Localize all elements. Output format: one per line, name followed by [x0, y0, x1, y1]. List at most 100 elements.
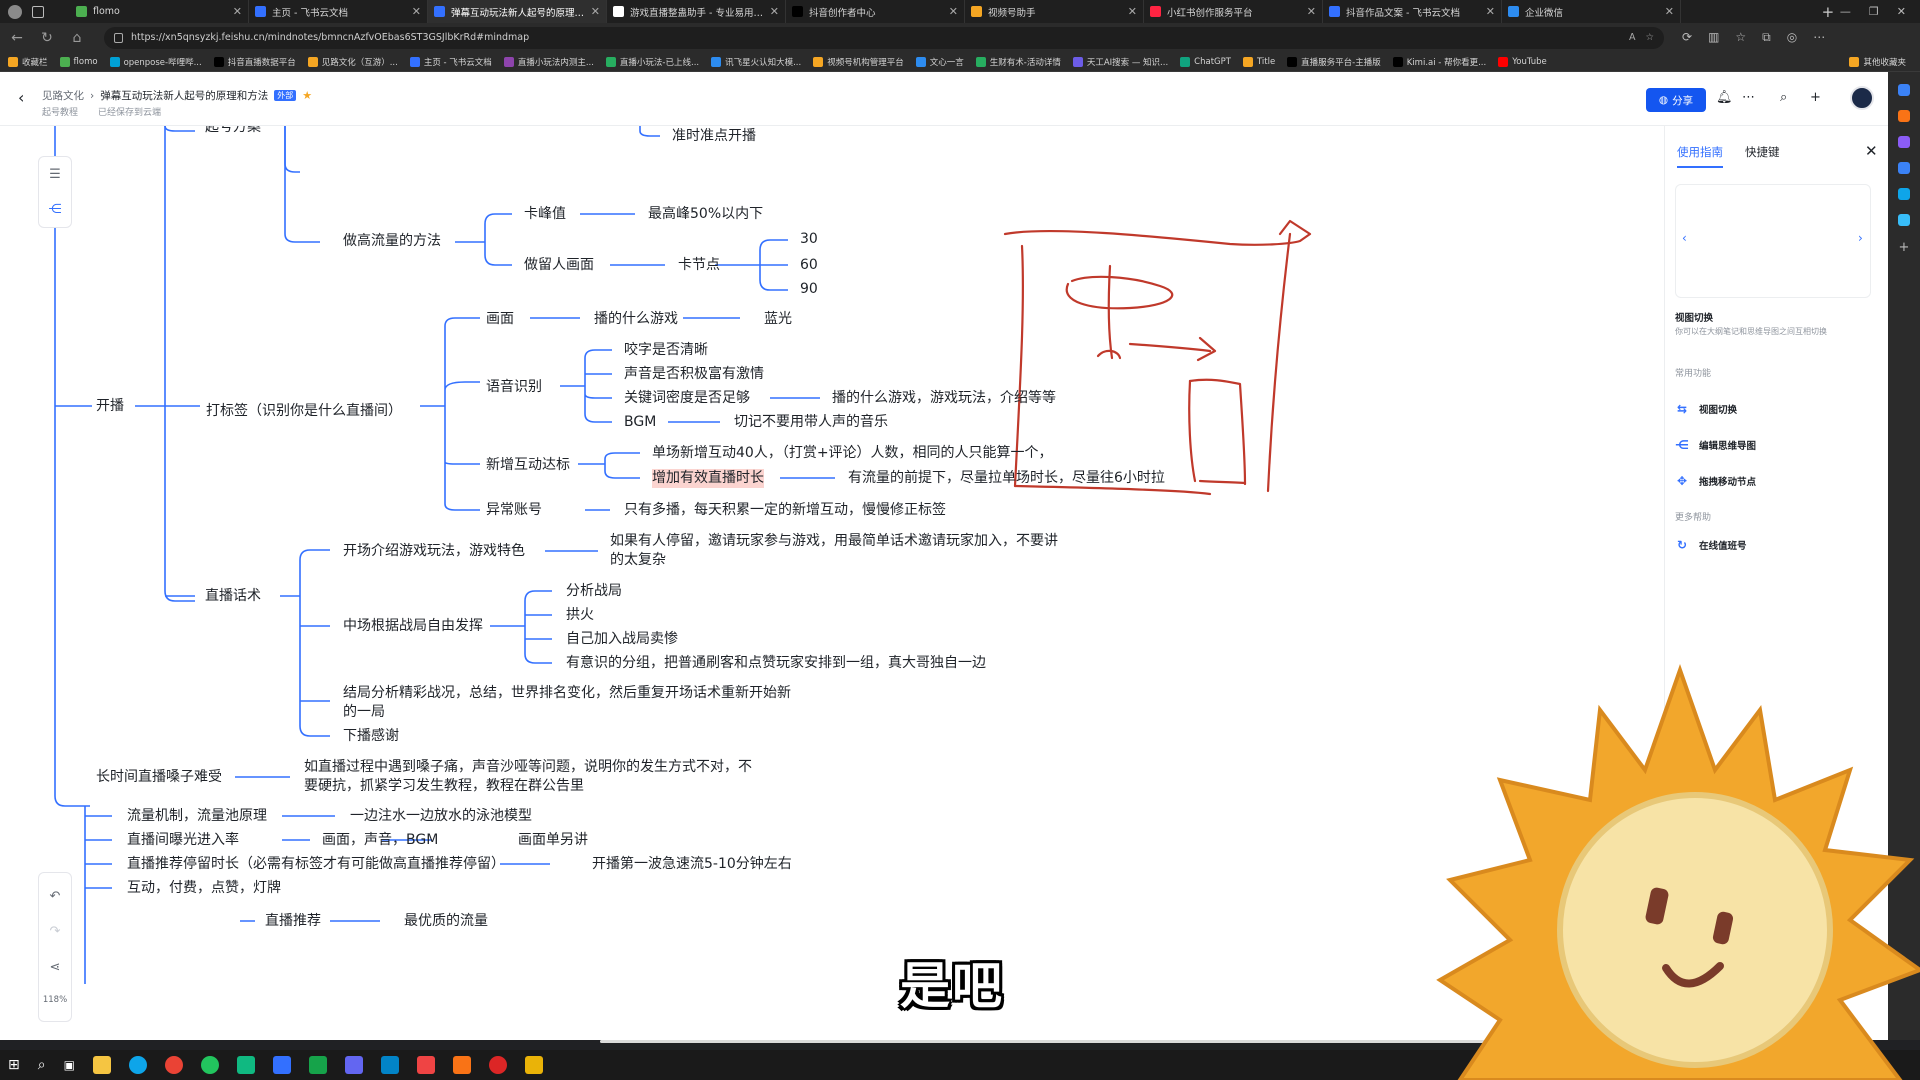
- node-zbtj-value[interactable]: 最优质的流量: [404, 912, 488, 931]
- node-zuogao[interactable]: 做高流量的方法: [343, 232, 441, 251]
- node-30[interactable]: 30: [800, 230, 818, 249]
- home-icon[interactable]: ⌂: [64, 25, 90, 51]
- chevron-right-icon[interactable]: ›: [1858, 231, 1863, 245]
- bookmark-item[interactable]: 生财有术-活动详情: [975, 56, 1061, 68]
- browser-tab[interactable]: 弹幕互动玩法新人起号的原理和... ✕: [428, 0, 607, 23]
- back-arrow-icon[interactable]: ‹: [18, 88, 24, 107]
- node-baoguang-value-2[interactable]: 画面单另讲: [518, 831, 588, 850]
- bookmark-item[interactable]: Kimi.ai - 帮你看更...: [1392, 56, 1486, 68]
- node-zengjia-value[interactable]: 有流量的前提下，尽量拉单场时长，尽量往6小时拉: [848, 469, 1165, 488]
- extension-icon[interactable]: ⟳: [1682, 30, 1692, 45]
- sidebar-add-icon[interactable]: +: [1899, 240, 1910, 255]
- bookmark-item[interactable]: ChatGPT: [1180, 56, 1231, 67]
- mindmap-view-icon[interactable]: ⋲: [49, 202, 62, 217]
- sidebar-search-icon[interactable]: [1898, 84, 1910, 96]
- tab-close-icon[interactable]: ✕: [949, 5, 958, 18]
- other-bookmarks-folder[interactable]: 其他收藏夹: [1849, 56, 1906, 68]
- node-zbtj[interactable]: 直播推荐: [265, 912, 321, 931]
- bookmark-item[interactable]: 讯飞星火认知大模...: [711, 56, 801, 68]
- node-zhongchang[interactable]: 中场根据战局自由发挥: [343, 617, 483, 636]
- node-tuijian-value[interactable]: 开播第一波急速流5-10分钟左右: [592, 855, 792, 874]
- zoom-level[interactable]: 118%: [43, 995, 67, 1005]
- wechat-icon[interactable]: [200, 1056, 219, 1074]
- horizontal-scrollbar[interactable]: [600, 1040, 1500, 1043]
- app-icon-6[interactable]: [452, 1056, 471, 1074]
- bookmark-item[interactable]: 抖音直播数据平台: [213, 56, 296, 68]
- app-icon-5[interactable]: [416, 1056, 435, 1074]
- node-yichang-value[interactable]: 只有多播，每天积累一定的新增互动，慢慢修正标签: [624, 501, 946, 520]
- taskbar-search-icon[interactable]: ⌕: [38, 1057, 46, 1073]
- bookmark-item[interactable]: 天工AI搜索 — 知识...: [1072, 56, 1168, 68]
- node-bgm[interactable]: BGM: [624, 413, 656, 432]
- node-changshijian-value[interactable]: 如直播过程中遇到嗓子痛，声音沙哑等问题，说明你的发生方式不对，不要硬抗，抓紧学习…: [304, 758, 754, 796]
- bookmark-star-icon[interactable]: ☆: [1645, 32, 1654, 43]
- chevron-left-icon[interactable]: ‹: [1682, 231, 1687, 245]
- tab-close-icon[interactable]: ✕: [233, 5, 242, 18]
- sidebar-tools-icon[interactable]: [1898, 110, 1910, 122]
- layout-icon[interactable]: ⋖: [50, 960, 61, 975]
- node-kafengzhi[interactable]: 卡峰值: [524, 205, 566, 224]
- browser-tab[interactable]: 抖音创作者中心 ✕: [786, 0, 965, 23]
- node-guanjianci[interactable]: 关键词密度是否足够: [624, 389, 750, 408]
- chrome-icon[interactable]: [164, 1056, 183, 1074]
- profile-icon[interactable]: [8, 4, 22, 19]
- new-tab-button[interactable]: +: [1816, 3, 1840, 21]
- bookmark-item[interactable]: YouTube: [1498, 56, 1547, 67]
- browser-tab[interactable]: 企业微信 ✕: [1502, 0, 1681, 23]
- bookmark-item[interactable]: Title: [1242, 56, 1275, 67]
- node-dabiaoqian[interactable]: 打标签（识别你是什么直播间）: [206, 402, 402, 421]
- node-baoguang-value[interactable]: 画面，声音，BGM: [322, 831, 438, 850]
- edge-icon[interactable]: [128, 1056, 147, 1074]
- node-kaichang[interactable]: 开场介绍游戏玩法，游戏特色: [343, 542, 525, 561]
- tab-close-icon[interactable]: ✕: [591, 5, 600, 18]
- back-nav-icon[interactable]: ←: [4, 25, 30, 51]
- browser-tab[interactable]: 小红书创作服务平台 ✕: [1144, 0, 1323, 23]
- node-liuren[interactable]: 做留人画面: [524, 256, 594, 275]
- url-field[interactable]: https://xn5qnsyzkj.feishu.cn/mindnotes/b…: [104, 26, 1664, 49]
- node-liuliang-value[interactable]: 一边注水一边放水的泳池模型: [350, 807, 532, 826]
- node-kajiedian[interactable]: 卡节点: [678, 256, 720, 275]
- record-icon[interactable]: [488, 1056, 507, 1074]
- browser-tab[interactable]: 主页 - 飞书云文档 ✕: [249, 0, 428, 23]
- restore-icon[interactable]: ❐: [1869, 5, 1879, 18]
- tab-close-icon[interactable]: ✕: [770, 5, 779, 18]
- bookmark-item[interactable]: 直播小玩法内测主...: [503, 56, 594, 68]
- node-zengjia-highlighted[interactable]: 增加有效直播时长: [652, 469, 764, 488]
- node-languang[interactable]: 蓝光: [764, 310, 792, 329]
- node-changshijian[interactable]: 长时间直播嗓子难受: [96, 768, 222, 787]
- node-guanjianci-value[interactable]: 播的什么游戏，游戏玩法，介绍等等: [832, 389, 1056, 408]
- node-bo-shenme[interactable]: 播的什么游戏: [594, 310, 678, 329]
- tab-shortcuts[interactable]: 快捷键: [1745, 144, 1780, 168]
- avatar[interactable]: [1850, 86, 1874, 110]
- app-icon-3[interactable]: [344, 1056, 363, 1074]
- node-tuijian[interactable]: 直播推荐停留时长（必需有标签才有可能做高直播推荐停留）: [127, 855, 505, 874]
- bookmark-item[interactable]: 视频号机构管理平台: [813, 56, 904, 68]
- bookmark-item[interactable]: 直播小玩法-已上线...: [605, 56, 699, 68]
- close-window-icon[interactable]: ✕: [1897, 5, 1906, 18]
- app-icon-1[interactable]: [236, 1056, 255, 1074]
- task-view-icon[interactable]: ▣: [64, 1058, 75, 1072]
- mindmap-canvas[interactable]: 起号方案 准时准点开播 做高流量的方法 卡峰值 最高峰50%以内下 做留人画面 …: [0, 126, 1658, 1040]
- node-yuyin[interactable]: 语音识别: [486, 378, 542, 397]
- node-baoguang[interactable]: 直播间曝光进入率: [127, 831, 239, 850]
- node-shengyin[interactable]: 声音是否积极富有激情: [624, 365, 764, 384]
- sidebar-games-icon[interactable]: [1898, 136, 1910, 148]
- node-liuliang[interactable]: 流量机制，流量池原理: [127, 807, 267, 826]
- node-fenzu[interactable]: 有意识的分组，把普通刷客和点赞玩家安排到一组，真大哥独自一边: [566, 654, 986, 673]
- bookmark-item[interactable]: flomo: [59, 56, 98, 67]
- redo-icon[interactable]: ↷: [50, 924, 61, 939]
- node-60[interactable]: 60: [800, 256, 818, 275]
- browser-tab[interactable]: 游戏直播整蛊助手 - 专业易用的C... ✕: [607, 0, 786, 23]
- node-90[interactable]: 90: [800, 280, 818, 299]
- bookmark-item[interactable]: 收藏栏: [8, 56, 48, 68]
- bookmark-item[interactable]: 主页 - 飞书云文档: [409, 56, 492, 68]
- node-huashu[interactable]: 直播话术: [205, 587, 261, 606]
- browser-tab[interactable]: 视频号助手 ✕: [965, 0, 1144, 23]
- tab-close-icon[interactable]: ✕: [412, 5, 421, 18]
- node-fenxi[interactable]: 分析战局: [566, 582, 622, 601]
- more-menu-icon[interactable]: ⋯: [1813, 30, 1825, 45]
- split-view-icon[interactable]: ▥: [1708, 30, 1719, 45]
- bookmark-item[interactable]: 文心一言: [915, 56, 964, 68]
- node-jieju[interactable]: 结局分析精彩战况，总结，世界排名变化，然后重复开场话术重新开始新的一局: [343, 684, 793, 722]
- add-icon[interactable]: +: [1810, 90, 1821, 105]
